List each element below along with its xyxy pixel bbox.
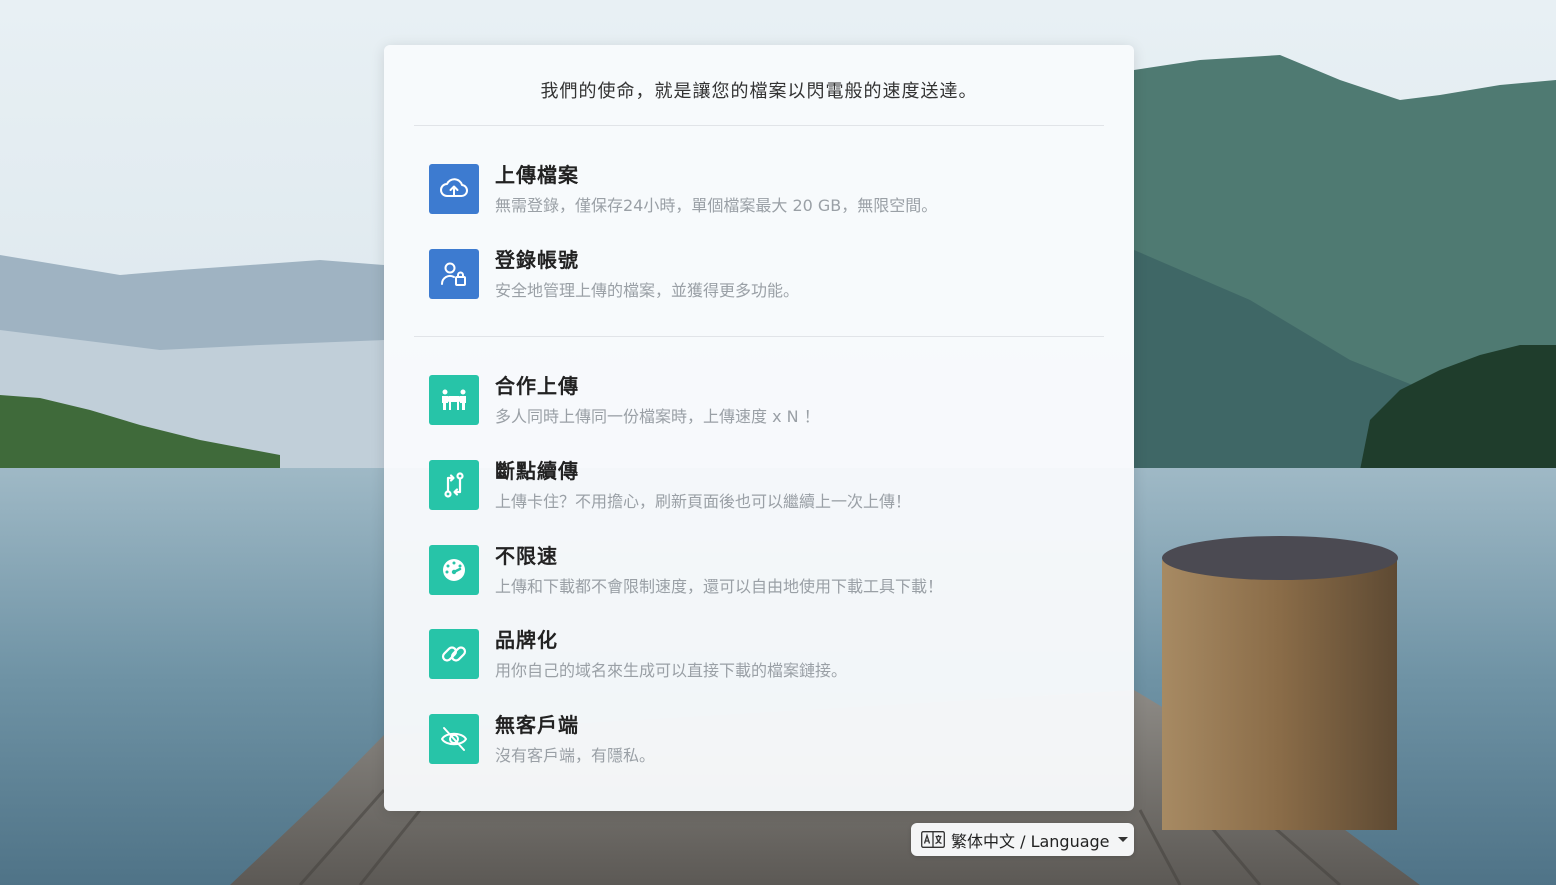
feature-collaborative-upload: 合作上傳 多人同時上傳同一份檔案時，上傳速度 x N ！	[429, 370, 1089, 430]
feature-title: 登錄帳號	[495, 248, 579, 272]
eye-slash-icon	[429, 714, 479, 764]
speedometer-icon	[429, 545, 479, 595]
mission-statement: 我們的使命，就是讓您的檔案以閃電般的速度送達。	[540, 81, 978, 102]
feature-description: 上傳卡住？不用擔心，刷新頁面後也可以繼續上一次上傳！	[495, 492, 912, 511]
feature-description: 用你自己的域名來生成可以直接下載的檔案鏈接。	[495, 661, 848, 680]
divider-middle	[414, 336, 1104, 337]
language-selector-button[interactable]: 繁体中文 / Language	[911, 823, 1134, 856]
feature-title: 合作上傳	[495, 374, 579, 398]
feature-description: 安全地管理上傳的檔案，並獲得更多功能。	[495, 281, 800, 300]
chevron-down-icon	[1117, 837, 1128, 842]
feature-title: 斷點續傳	[495, 459, 579, 483]
link-icon	[429, 629, 479, 679]
feature-description: 無需登錄，僅保存24小時，單個檔案最大 20 GB，無限空間。	[495, 196, 938, 215]
translate-icon	[921, 831, 945, 848]
feature-title: 上傳檔案	[495, 163, 579, 187]
collaboration-icon	[429, 375, 479, 425]
language-label: 繁体中文 / Language	[951, 831, 1110, 851]
feature-branding: 品牌化 用你自己的域名來生成可以直接下載的檔案鏈接。	[429, 624, 1089, 684]
feature-resume-upload: 斷點續傳 上傳卡住？不用擔心，刷新頁面後也可以繼續上一次上傳！	[429, 455, 1089, 515]
feature-title: 無客戶端	[495, 713, 579, 737]
resume-icon	[429, 460, 479, 510]
divider-top	[414, 125, 1104, 126]
user-lock-icon	[429, 249, 479, 299]
feature-title: 不限速	[495, 544, 558, 568]
feature-title: 品牌化	[495, 628, 558, 652]
features-card: 我們的使命，就是讓您的檔案以閃電般的速度送達。 上傳檔案 無需登錄，僅保存24小…	[384, 45, 1134, 811]
feature-description: 多人同時上傳同一份檔案時，上傳速度 x N ！	[495, 407, 820, 426]
feature-login-account[interactable]: 登錄帳號 安全地管理上傳的檔案，並獲得更多功能。	[429, 244, 1089, 304]
feature-upload-file[interactable]: 上傳檔案 無需登錄，僅保存24小時，單個檔案最大 20 GB，無限空間。	[429, 159, 1089, 219]
feature-description: 沒有客戶端，有隱私。	[495, 746, 656, 765]
feature-no-client: 無客戶端 沒有客戶端，有隱私。	[429, 709, 1089, 769]
cloud-upload-icon	[429, 164, 479, 214]
feature-no-speed-limit: 不限速 上傳和下載都不會限制速度，還可以自由地使用下載工具下載！	[429, 540, 1089, 600]
feature-description: 上傳和下載都不會限制速度，還可以自由地使用下載工具下載！	[495, 577, 944, 596]
